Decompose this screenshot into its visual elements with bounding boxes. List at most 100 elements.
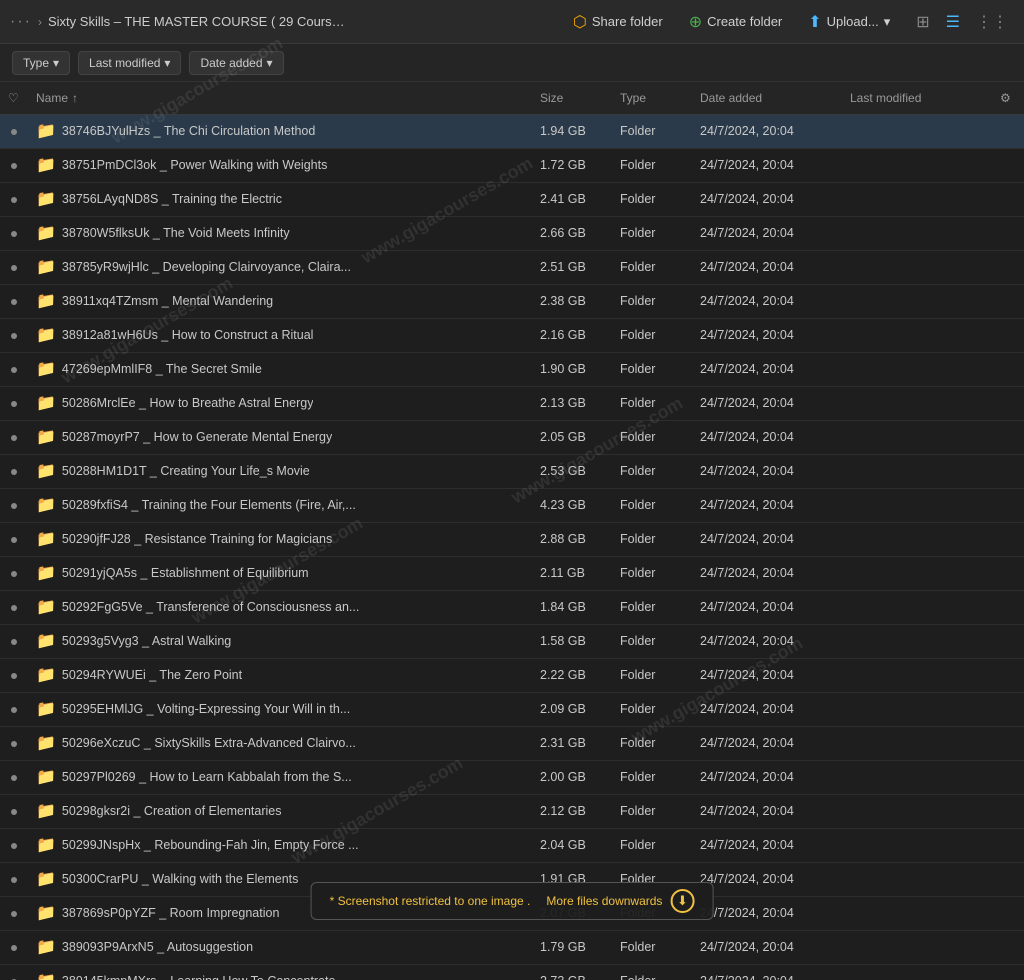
col-header-last-modified[interactable]: Last modified: [842, 82, 992, 114]
row-last-modified: [842, 658, 992, 692]
table-row[interactable]: 📁 38780W5flksUk _ The Void Meets Infinit…: [0, 216, 1024, 250]
upload-dropdown-icon: ▾: [884, 14, 891, 30]
dot-icon: [11, 265, 17, 271]
row-favorite[interactable]: [0, 318, 28, 352]
row-favorite[interactable]: [0, 420, 28, 454]
row-favorite[interactable]: [0, 828, 28, 862]
table-row[interactable]: 📁 50293g5Vyg3 _ Astral Walking 1.58 GB F…: [0, 624, 1024, 658]
row-last-modified: [842, 930, 992, 964]
tiles-view-button[interactable]: ⋮⋮: [970, 8, 1014, 36]
col-header-type[interactable]: Type: [612, 82, 692, 114]
col-header-date-added[interactable]: Date added: [692, 82, 842, 114]
file-name-text: 389093P9ArxN5 _ Autosuggestion: [62, 940, 253, 954]
table-row[interactable]: 📁 38912a81wH6Us _ How to Construct a Rit…: [0, 318, 1024, 352]
row-actions: [992, 352, 1024, 386]
table-row[interactable]: 📁 50291yjQA5s _ Establishment of Equilib…: [0, 556, 1024, 590]
file-name-text: 50289fxfiS4 _ Training the Four Elements…: [62, 498, 356, 512]
toolbar-actions: ⬡ Share folder ⊕ Create folder ⬆ Upload.…: [563, 7, 1014, 37]
dot-icon: [11, 945, 17, 951]
row-favorite[interactable]: [0, 114, 28, 148]
table-row[interactable]: 📁 50299JNspHx _ Rebounding-Fah Jin, Empt…: [0, 828, 1024, 862]
row-favorite[interactable]: [0, 556, 28, 590]
download-indicator-icon: ⬇: [670, 889, 694, 913]
dot-icon: [11, 707, 17, 713]
row-date-added: 24/7/2024, 20:04: [692, 250, 842, 284]
date-added-filter-button[interactable]: Date added ▾: [189, 51, 283, 75]
row-last-modified: [842, 250, 992, 284]
row-favorite[interactable]: [0, 182, 28, 216]
col-header-settings[interactable]: ⚙: [992, 82, 1024, 114]
row-favorite[interactable]: [0, 692, 28, 726]
col-header-size[interactable]: Size: [532, 82, 612, 114]
table-row[interactable]: 📁 50297Pl0269 _ How to Learn Kabbalah fr…: [0, 760, 1024, 794]
file-table-body: 📁 38746BJYulHzs _ The Chi Circulation Me…: [0, 114, 1024, 980]
row-favorite[interactable]: [0, 896, 28, 930]
folder-icon: 📁: [36, 461, 56, 481]
col-header-name[interactable]: Name ↑: [28, 82, 532, 114]
row-size: 2.16 GB: [532, 318, 612, 352]
row-favorite[interactable]: [0, 284, 28, 318]
table-row[interactable]: 📁 38756LAyqND8S _ Training the Electric …: [0, 182, 1024, 216]
row-actions: [992, 964, 1024, 980]
row-favorite[interactable]: [0, 658, 28, 692]
table-row[interactable]: 📁 389145kmpMXrs _ Learning How To Concen…: [0, 964, 1024, 980]
last-modified-filter-label: Last modified: [89, 56, 160, 70]
last-modified-filter-button[interactable]: Last modified ▾: [78, 51, 181, 75]
row-date-added: 24/7/2024, 20:04: [692, 386, 842, 420]
table-row[interactable]: 📁 38746BJYulHzs _ The Chi Circulation Me…: [0, 114, 1024, 148]
row-favorite[interactable]: [0, 964, 28, 980]
create-folder-button[interactable]: ⊕ Create folder: [679, 7, 793, 37]
table-row[interactable]: 📁 50286MrclEe _ How to Breathe Astral En…: [0, 386, 1024, 420]
row-favorite[interactable]: [0, 352, 28, 386]
table-row[interactable]: 📁 50290jfFJ28 _ Resistance Training for …: [0, 522, 1024, 556]
table-row[interactable]: 📁 38751PmDCl3ok _ Power Walking with Wei…: [0, 148, 1024, 182]
folder-icon: 📁: [36, 835, 56, 855]
row-last-modified: [842, 352, 992, 386]
type-filter-button[interactable]: Type ▾: [12, 51, 70, 75]
row-favorite[interactable]: [0, 760, 28, 794]
list-view-button[interactable]: ☰: [940, 8, 966, 36]
row-favorite[interactable]: [0, 794, 28, 828]
row-last-modified: [842, 114, 992, 148]
row-size: 2.66 GB: [532, 216, 612, 250]
table-row[interactable]: 📁 50287moyrP7 _ How to Generate Mental E…: [0, 420, 1024, 454]
row-actions: [992, 658, 1024, 692]
row-favorite[interactable]: [0, 250, 28, 284]
dot-icon: [11, 673, 17, 679]
table-row[interactable]: 📁 389093P9ArxN5 _ Autosuggestion 1.79 GB…: [0, 930, 1024, 964]
table-row[interactable]: 📁 50295EHMlJG _ Volting-Expressing Your …: [0, 692, 1024, 726]
row-favorite[interactable]: [0, 216, 28, 250]
table-row[interactable]: 📁 38911xq4TZmsm _ Mental Wandering 2.38 …: [0, 284, 1024, 318]
table-row[interactable]: 📁 50294RYWUEi _ The Zero Point 2.22 GB F…: [0, 658, 1024, 692]
row-favorite[interactable]: [0, 862, 28, 896]
row-date-added: 24/7/2024, 20:04: [692, 930, 842, 964]
dots-menu-icon[interactable]: ···: [10, 13, 32, 31]
upload-button[interactable]: ⬆ Upload... ▾: [798, 7, 900, 37]
row-favorite[interactable]: [0, 488, 28, 522]
row-favorite[interactable]: [0, 386, 28, 420]
row-favorite[interactable]: [0, 454, 28, 488]
grid-view-button[interactable]: ⊞: [910, 8, 935, 36]
share-folder-button[interactable]: ⬡ Share folder: [563, 7, 673, 37]
row-size: 2.73 GB: [532, 964, 612, 980]
folder-icon: 📁: [36, 189, 56, 209]
table-row[interactable]: 📁 38785yR9wjHlc _ Developing Clairvoyanc…: [0, 250, 1024, 284]
row-favorite[interactable]: [0, 522, 28, 556]
row-favorite[interactable]: [0, 590, 28, 624]
row-favorite[interactable]: [0, 726, 28, 760]
row-size: 2.22 GB: [532, 658, 612, 692]
folder-icon: 📁: [36, 563, 56, 583]
row-last-modified: [842, 284, 992, 318]
row-name: 📁 50296eXczuC _ SixtySkills Extra-Advanc…: [28, 726, 532, 760]
row-name: 📁 50294RYWUEi _ The Zero Point: [28, 658, 532, 692]
row-favorite[interactable]: [0, 148, 28, 182]
row-favorite[interactable]: [0, 930, 28, 964]
table-row[interactable]: 📁 50288HM1D1T _ Creating Your Life_s Mov…: [0, 454, 1024, 488]
row-actions: [992, 556, 1024, 590]
row-favorite[interactable]: [0, 624, 28, 658]
table-row[interactable]: 📁 50298gksr2i _ Creation of Elementaries…: [0, 794, 1024, 828]
table-row[interactable]: 📁 47269epMmlIF8 _ The Secret Smile 1.90 …: [0, 352, 1024, 386]
table-row[interactable]: 📁 50292FgG5Ve _ Transference of Consciou…: [0, 590, 1024, 624]
table-row[interactable]: 📁 50289fxfiS4 _ Training the Four Elemen…: [0, 488, 1024, 522]
table-row[interactable]: 📁 50296eXczuC _ SixtySkills Extra-Advanc…: [0, 726, 1024, 760]
